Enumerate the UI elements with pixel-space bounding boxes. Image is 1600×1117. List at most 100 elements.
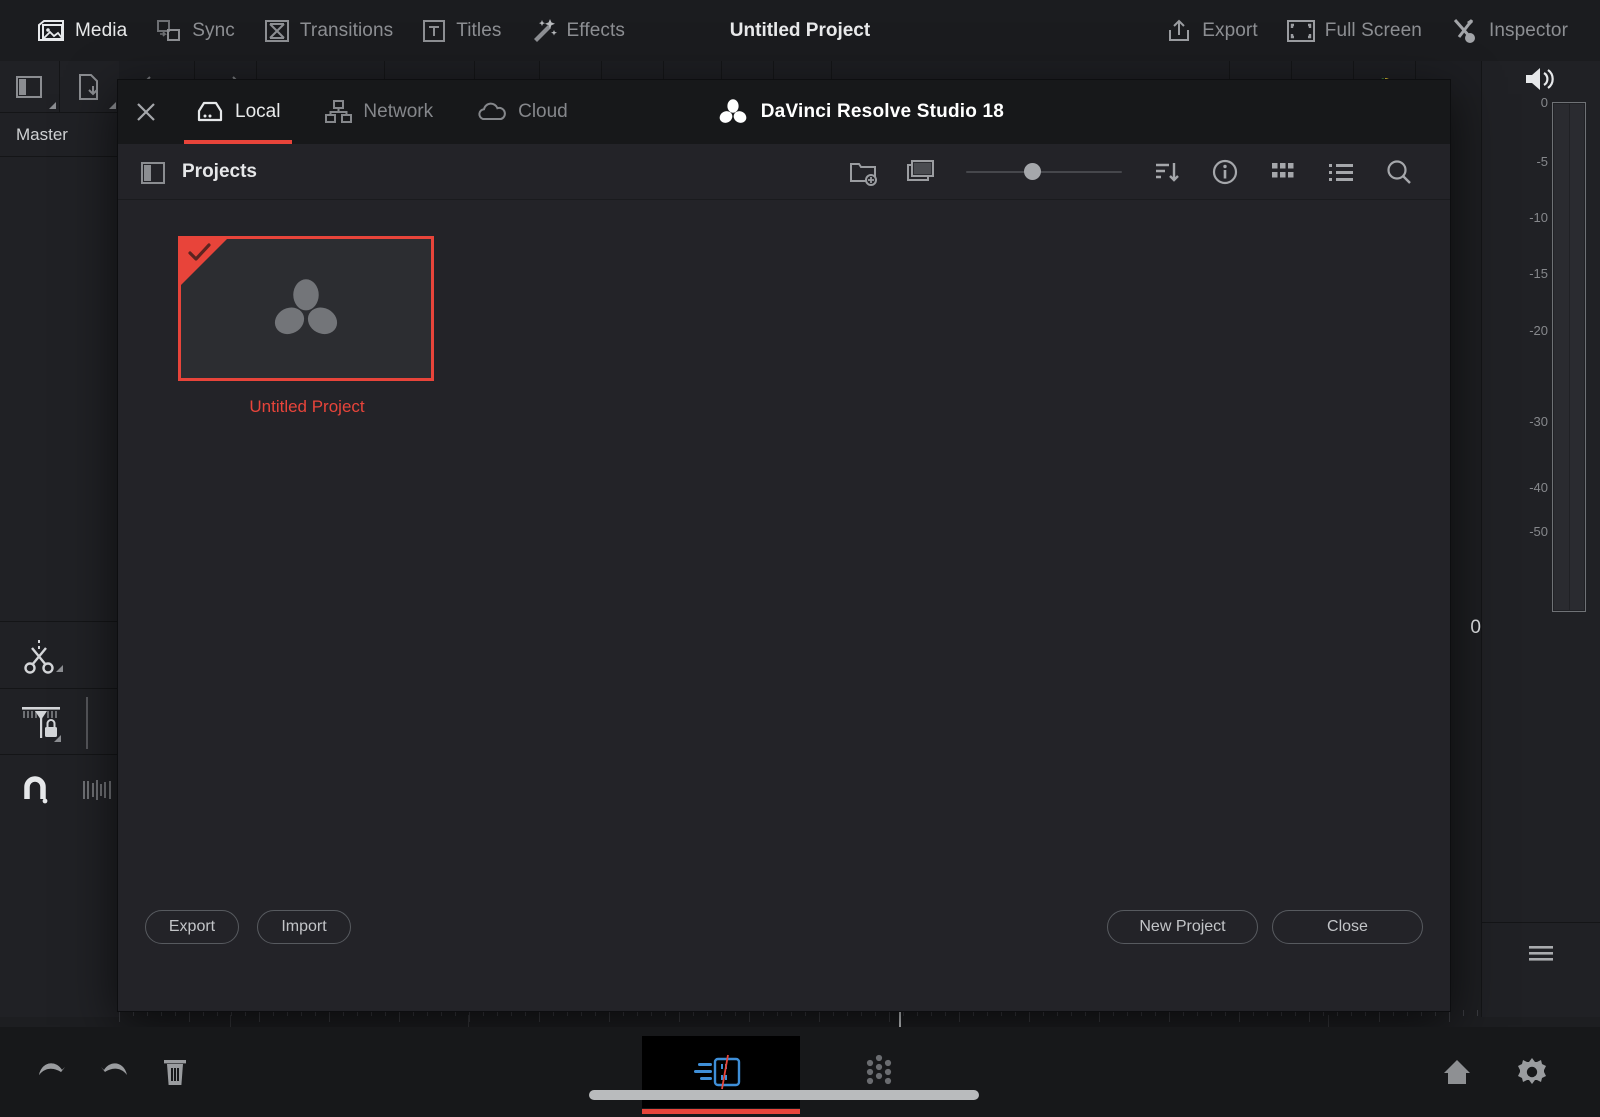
menu-item-label: Media	[75, 20, 127, 42]
horizontal-scrollbar[interactable]	[589, 1090, 979, 1100]
menu-item-effects[interactable]: Effects	[516, 0, 639, 61]
projects-toolbar: Projects	[118, 144, 1450, 200]
effects-icon	[530, 17, 558, 45]
export-button[interactable]: Export	[145, 910, 239, 944]
corner-indicator	[56, 665, 63, 672]
tab-network[interactable]: Network	[302, 80, 455, 144]
magnet-icon[interactable]	[18, 773, 52, 807]
master-label: Master	[16, 125, 68, 145]
meter-bars	[1552, 102, 1586, 612]
new-folder-button[interactable]	[834, 144, 892, 200]
info-button[interactable]	[1196, 144, 1254, 200]
titles-icon	[421, 18, 447, 44]
drive-icon	[196, 99, 224, 125]
ruler-tick	[1309, 1010, 1310, 1022]
search-icon	[1385, 158, 1413, 186]
grid-view-button[interactable]	[1254, 144, 1312, 200]
tab-label: Cloud	[518, 101, 568, 123]
close-button[interactable]: Close	[1272, 910, 1423, 944]
davinci-logo-icon	[718, 98, 748, 126]
fullscreen-icon	[1286, 19, 1316, 43]
menu-item-label: Inspector	[1489, 20, 1568, 42]
sort-descending-icon	[1153, 159, 1181, 185]
ruler-tick	[259, 1010, 260, 1022]
ruler-tick	[469, 1010, 470, 1022]
ruler-tick	[679, 1010, 680, 1022]
list-view-button[interactable]	[1312, 144, 1370, 200]
left-panel: Master	[0, 61, 119, 1017]
ruler-tick	[1099, 1010, 1100, 1022]
close-icon	[135, 101, 157, 123]
search-button[interactable]	[1370, 144, 1428, 200]
import-media-button[interactable]	[60, 61, 120, 113]
speaker-icon	[1523, 65, 1559, 93]
transitions-icon	[263, 18, 291, 44]
menu-item-label: Sync	[192, 20, 235, 42]
footer-right-group: New Project Close	[1107, 910, 1423, 944]
menu-item-label: Transitions	[300, 20, 393, 42]
top-menu-bar: Media Sync Transitions	[0, 0, 1600, 61]
ruler-tick	[329, 1010, 330, 1022]
export-icon	[1165, 18, 1193, 44]
menu-item-sync[interactable]: Sync	[141, 0, 249, 61]
trim-lock-tool[interactable]	[0, 689, 119, 755]
sort-button[interactable]	[1138, 144, 1196, 200]
audio-panel-menu-button[interactable]	[1482, 922, 1600, 982]
slider-knob[interactable]	[1024, 163, 1041, 180]
snapping-tools-row	[0, 755, 119, 825]
tab-local[interactable]: Local	[174, 80, 302, 144]
grid-view-icon	[1270, 159, 1296, 185]
menu-item-fullscreen[interactable]: Full Screen	[1272, 0, 1436, 61]
audio-meters: 0 -5 -10 -15 -20 -30 -40 -50	[1482, 97, 1600, 627]
menu-item-label: Titles	[456, 20, 501, 42]
projects-grid: Untitled Project	[178, 236, 1450, 417]
media-pool-master-row[interactable]: Master	[0, 113, 119, 157]
menu-item-media[interactable]: Media	[22, 0, 141, 61]
import-button[interactable]: Import	[257, 910, 351, 944]
meter-bar-left	[1554, 104, 1569, 610]
menu-item-export[interactable]: Export	[1151, 0, 1272, 61]
app-root: Master	[0, 0, 1600, 1117]
close-dialog-button[interactable]	[118, 80, 174, 144]
thumbnail-size-slider[interactable]	[966, 144, 1122, 200]
dynamic-project-switch-button[interactable]	[892, 144, 950, 200]
slider-track	[966, 171, 1122, 173]
project-card[interactable]: Untitled Project	[178, 236, 436, 417]
new-project-button[interactable]: New Project	[1107, 910, 1258, 944]
meter-tick: -40	[1529, 480, 1548, 495]
info-icon	[1211, 158, 1239, 186]
corner-indicator	[109, 102, 116, 109]
ruler-tick	[1239, 1010, 1240, 1022]
meter-scale: 0 -5 -10 -15 -20 -30 -40 -50	[1492, 97, 1548, 627]
speaker-button[interactable]	[1482, 61, 1600, 97]
scissors-tool[interactable]	[0, 622, 119, 689]
panel-toggle-button[interactable]	[0, 61, 60, 113]
footer-left-group: Export Import	[145, 910, 351, 944]
tab-label: Network	[363, 101, 433, 123]
home-icon	[1442, 1057, 1472, 1087]
menu-item-titles[interactable]: Titles	[407, 0, 515, 61]
audio-waveform-icon[interactable]	[80, 776, 114, 804]
home-button[interactable]	[1442, 1057, 1472, 1087]
brand-header: DaVinci Resolve Studio 18	[718, 98, 1004, 126]
tab-cloud[interactable]: Cloud	[455, 80, 590, 144]
sidebar-toggle-button[interactable]	[140, 161, 166, 183]
project-manager-dialog: Local Network Cloud	[118, 80, 1450, 1011]
list-view-icon	[1327, 159, 1355, 185]
menu-item-inspector[interactable]: Inspector	[1436, 0, 1582, 61]
settings-button[interactable]	[1516, 1056, 1548, 1088]
sidebar-toggle-icon	[140, 161, 166, 185]
ruler-tick	[749, 1010, 750, 1022]
menu-item-label: Effects	[567, 20, 625, 42]
menu-item-transitions[interactable]: Transitions	[249, 0, 407, 61]
meter-bar-right	[1570, 104, 1585, 610]
audio-meter-panel: 0 -5 -10 -15 -20 -30 -40 -50	[1481, 61, 1600, 1017]
cloud-icon	[477, 101, 507, 123]
project-thumbnail[interactable]	[178, 236, 434, 381]
meter-tick: -30	[1529, 414, 1548, 429]
media-pool-empty-area	[0, 157, 119, 622]
ruler-tick	[819, 1010, 820, 1022]
meter-tick: -10	[1529, 210, 1548, 225]
top-menu-left-group: Media Sync Transitions	[0, 0, 639, 61]
hamburger-icon	[1526, 943, 1556, 963]
